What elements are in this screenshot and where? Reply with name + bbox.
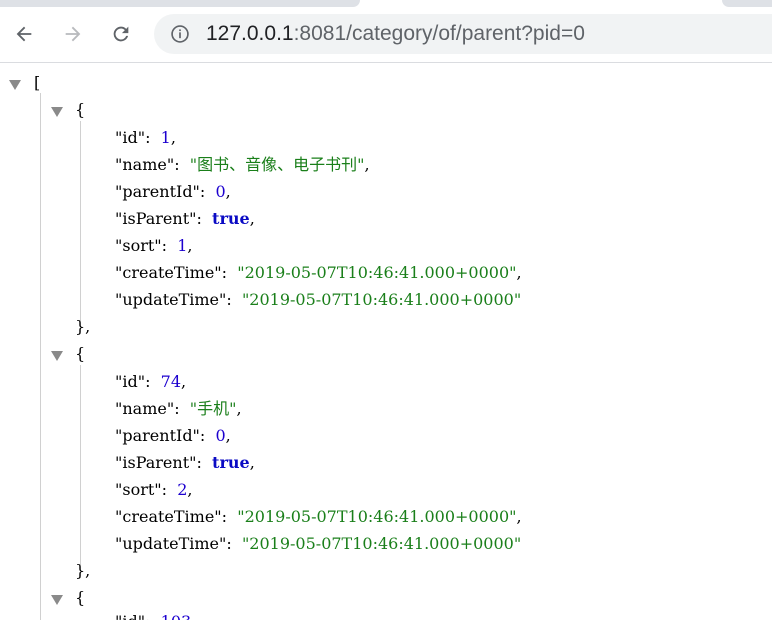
item-1-id-row: "id": 1, (115, 124, 176, 151)
item-2-sort-row: "sort": 2, (115, 476, 192, 503)
comma: , (249, 209, 255, 228)
item-1-name-row: "name": "图书、音像、电子书刊", (115, 151, 370, 178)
url-host: 127.0.0.1 (206, 22, 294, 45)
key-label: "parentId": (115, 426, 206, 445)
item-2-close-brace: }, (75, 561, 91, 580)
key-label: "id": (115, 128, 151, 147)
item-2-updatetime-row: "updateTime": "2019-05-07T10:46:41.000+0… (115, 530, 521, 557)
url-path: :8081/category/of/parent?pid=0 (293, 22, 585, 45)
value: "2019-05-07T10:46:41.000+0000" (237, 507, 517, 526)
comma: , (170, 128, 176, 147)
item-2-createtime-row: "createTime": "2019-05-07T10:46:41.000+0… (115, 503, 522, 530)
comma: , (516, 507, 522, 526)
tab-strip (0, 0, 772, 8)
key-label: "parentId": (115, 182, 206, 201)
value: 1 (177, 236, 188, 255)
json-viewer: [ { "id": 1, "name": "图书、音像、电子书刊", "pare… (0, 63, 772, 620)
key-label: "updateTime": (115, 534, 232, 553)
collapse-toggle-root[interactable] (9, 80, 21, 90)
item-3-id-row: "id": 103 (115, 608, 191, 620)
item-2-parentid-row: "parentId": 0, (115, 422, 231, 449)
comma: , (187, 480, 193, 499)
comma: , (516, 263, 522, 282)
item-2-id-row: "id": 74, (115, 368, 186, 395)
forward-arrow-icon (65, 26, 81, 42)
key-label: "sort": (115, 480, 168, 499)
key-label: "id": (115, 372, 151, 391)
key-label: "isParent": (115, 453, 202, 472)
comma: , (187, 236, 193, 255)
value: 1 (160, 128, 171, 147)
browser-toolbar: 127.0.0.1:8081/category/of/parent?pid=0 (0, 8, 772, 63)
key-label: "sort": (115, 236, 168, 255)
url-text[interactable]: 127.0.0.1:8081/category/of/parent?pid=0 (206, 22, 585, 46)
value: 103 (161, 612, 192, 620)
item-2-isparent-row: "isParent": true, (115, 449, 255, 476)
item-2-open-brace: { (75, 344, 86, 363)
reload-icon (113, 26, 129, 42)
key-label: "createTime": (115, 507, 228, 526)
item-1-createtime-row: "createTime": "2019-05-07T10:46:41.000+0… (115, 259, 522, 286)
key-label: "name": (115, 399, 180, 418)
info-icon[interactable] (170, 24, 190, 44)
back-button[interactable] (8, 18, 40, 50)
active-tab-edge[interactable] (0, 0, 360, 7)
comma: , (249, 453, 255, 472)
value: 2 (177, 480, 188, 499)
value: "手机" (189, 399, 237, 418)
address-bar[interactable]: 127.0.0.1:8081/category/of/parent?pid=0 (154, 14, 772, 54)
comma: , (364, 155, 370, 174)
back-arrow-icon (16, 26, 32, 42)
indent-guide-root (40, 93, 41, 620)
reload-button[interactable] (105, 18, 137, 50)
comma: , (225, 426, 231, 445)
forward-button[interactable] (57, 18, 89, 50)
value: true (212, 453, 250, 472)
indent-guide-item-2 (80, 365, 81, 565)
collapse-toggle-item-3[interactable] (51, 595, 63, 605)
key-label: "id": (115, 612, 150, 620)
item-3-open-brace: { (75, 588, 86, 607)
key-label: "createTime": (115, 263, 228, 282)
item-1-sort-row: "sort": 1, (115, 232, 192, 259)
value: 0 (215, 426, 226, 445)
item-2-name-row: "name": "手机", (115, 395, 242, 422)
comma: , (236, 399, 242, 418)
value: "2019-05-07T10:46:41.000+0000" (237, 263, 517, 282)
value: 0 (215, 182, 226, 201)
item-1-close-brace: }, (75, 317, 91, 336)
json-open-bracket: [ (34, 73, 41, 92)
next-tab-edge[interactable] (722, 0, 772, 7)
item-1-updatetime-row: "updateTime": "2019-05-07T10:46:41.000+0… (115, 286, 521, 313)
key-label: "isParent": (115, 209, 202, 228)
collapse-toggle-item-2[interactable] (51, 351, 63, 361)
value: "2019-05-07T10:46:41.000+0000" (241, 534, 522, 553)
collapse-toggle-item-1[interactable] (51, 107, 63, 117)
comma: , (181, 372, 187, 391)
key-label: "updateTime": (115, 290, 232, 309)
key-label: "name": (115, 155, 180, 174)
value: true (212, 209, 250, 228)
item-1-open-brace: { (75, 100, 86, 119)
item-1-parentid-row: "parentId": 0, (115, 178, 231, 205)
value: "2019-05-07T10:46:41.000+0000" (241, 290, 522, 309)
item-1-isparent-row: "isParent": true, (115, 205, 255, 232)
indent-guide-item-1 (80, 121, 81, 321)
value: 74 (160, 372, 181, 391)
value: "图书、音像、电子书刊" (189, 155, 365, 174)
comma: , (225, 182, 231, 201)
